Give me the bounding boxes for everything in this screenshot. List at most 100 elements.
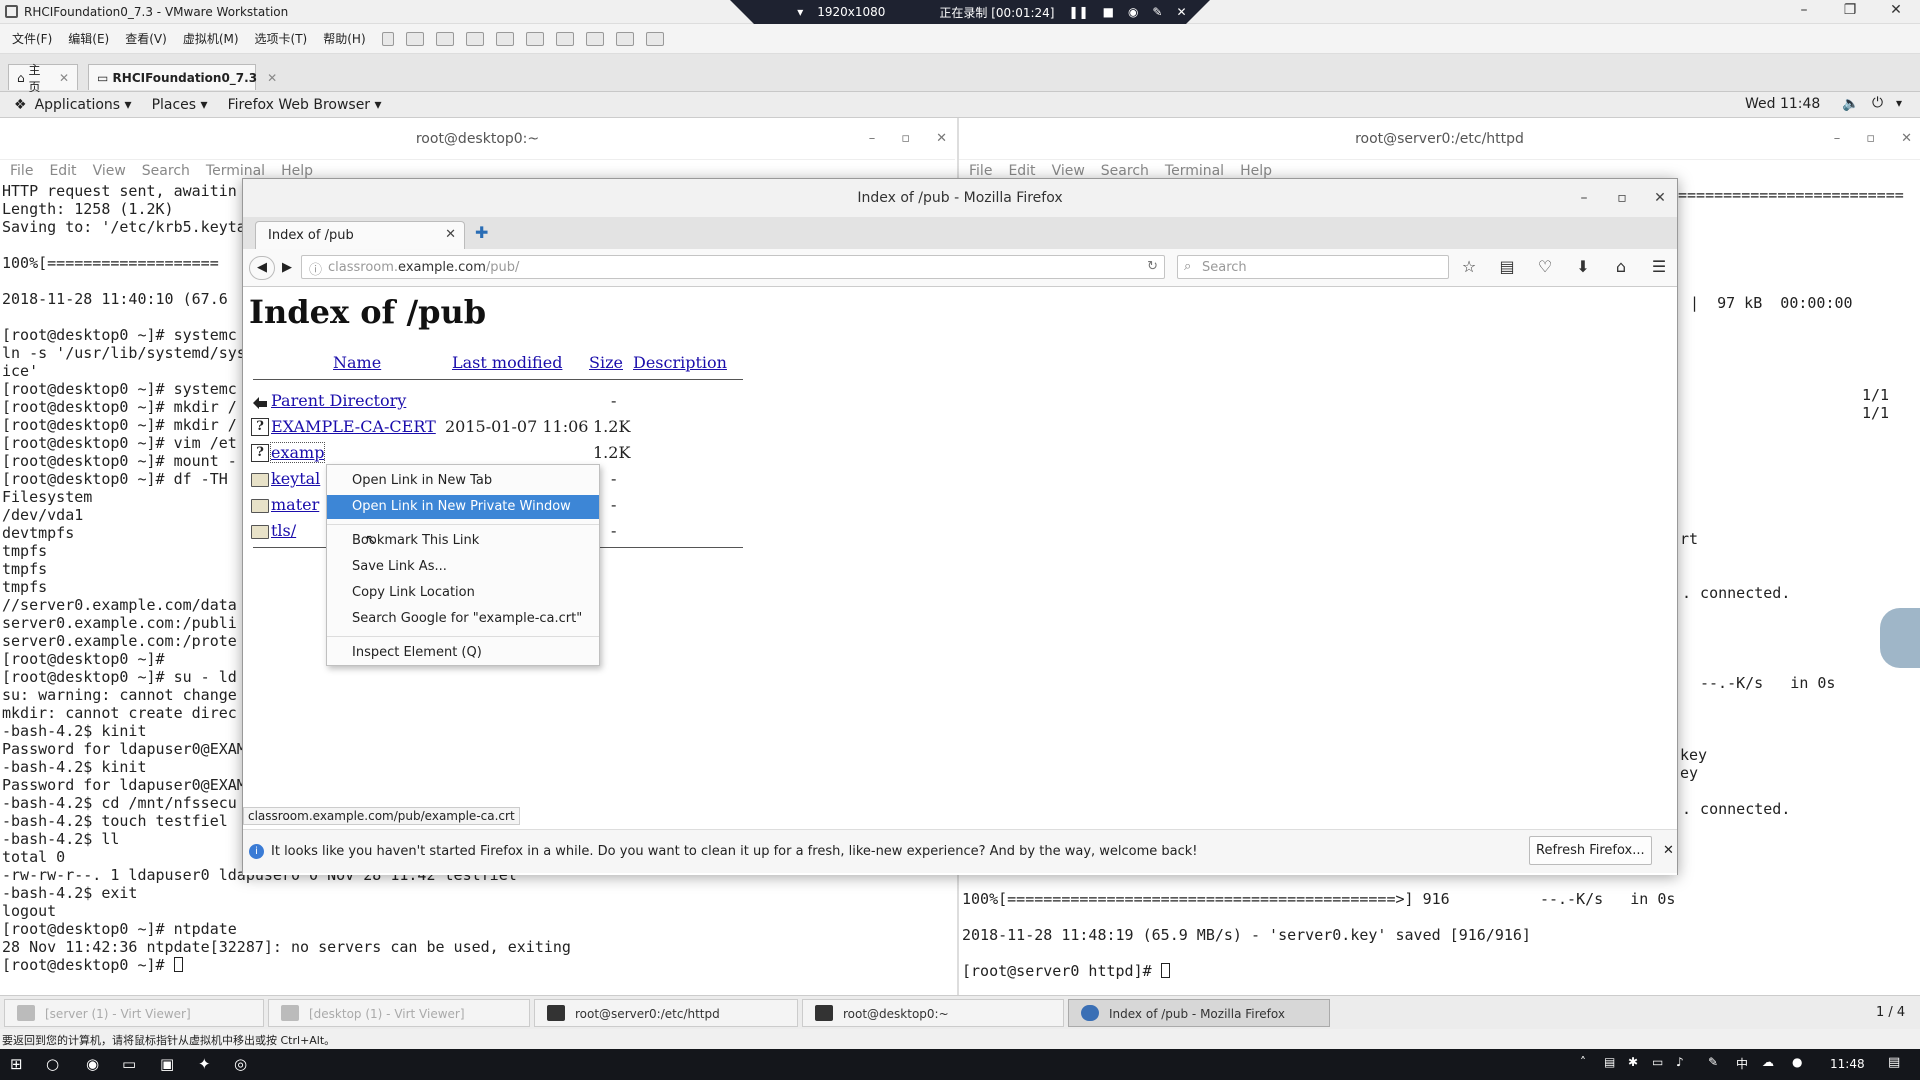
pause-icon[interactable]: ❚❚ — [1068, 5, 1088, 19]
file-explorer-icon[interactable]: ▭ — [122, 1055, 136, 1073]
bookmark-star-icon[interactable]: ☆ — [1457, 257, 1481, 276]
tab-close-icon[interactable]: ✕ — [445, 227, 456, 242]
close-recording-icon[interactable]: ✕ — [1176, 5, 1186, 19]
row-name[interactable]: Parent Directory — [271, 391, 406, 410]
tray-user-icon[interactable]: ● — [1792, 1055, 1802, 1069]
volume-icon[interactable]: 🔈 — [1842, 96, 1859, 112]
row-name[interactable]: examp — [269, 442, 326, 463]
menu-search-google[interactable]: Search Google for "example-ca.crt" — [327, 607, 599, 631]
menu-open-new-tab[interactable]: Open Link in New Tab — [327, 469, 599, 493]
pause-vm-icon[interactable] — [381, 31, 394, 46]
console-settings-icon[interactable] — [645, 31, 664, 46]
notifications-icon[interactable]: ▤ — [1888, 1055, 1900, 1070]
pen-icon[interactable]: ✎ — [1152, 5, 1162, 19]
menu-view[interactable]: View — [1052, 163, 1085, 179]
forward-icon[interactable]: ▶ — [277, 256, 297, 280]
windows-clock[interactable]: 11:48 — [1830, 1057, 1865, 1071]
vmware-taskbar-icon[interactable]: ▣ — [160, 1055, 174, 1073]
close-icon[interactable]: ✕ — [1901, 131, 1912, 146]
back-icon[interactable]: ◀ — [249, 256, 275, 280]
tab-home[interactable]: ⌂ 主页 ✕ — [8, 63, 78, 94]
tray-bluetooth-icon[interactable]: ✱ — [1628, 1055, 1638, 1069]
windows-start-icon[interactable]: ⊞ — [10, 1055, 23, 1073]
browser-icon[interactable]: ◉ — [86, 1055, 99, 1073]
unity-icon[interactable] — [615, 31, 634, 46]
download-icon[interactable]: ⬇ — [1571, 257, 1595, 276]
url-bar[interactable]: ⓘ classroom.example.com/pub/ ↻ — [301, 255, 1165, 279]
menu-open-private-window[interactable]: Open Link in New Private Window — [327, 495, 599, 519]
menu-edit[interactable]: 编辑(E) — [68, 30, 109, 47]
recording-collapse-icon[interactable]: ▾ — [797, 5, 803, 19]
site-info-icon[interactable]: ⓘ — [309, 259, 322, 278]
tray-chevron-icon[interactable]: ˄ — [1580, 1055, 1586, 1069]
menu-search[interactable]: Search — [1101, 163, 1149, 179]
column-description[interactable]: Description — [633, 353, 727, 372]
refresh-firefox-button[interactable]: Refresh Firefox... — [1529, 836, 1652, 865]
menu-edit[interactable]: Edit — [1008, 163, 1035, 179]
tray-pen-icon[interactable]: ✎ — [1708, 1055, 1718, 1069]
taskbar-firefox[interactable]: Index of /pub - Mozilla Firefox — [1068, 999, 1330, 1027]
maximize-icon[interactable]: ▫ — [1603, 179, 1641, 217]
row-name[interactable]: tls/ — [271, 521, 296, 540]
hamburger-menu-icon[interactable]: ☰ — [1647, 257, 1671, 276]
row-name[interactable]: EXAMPLE-CA-CERT — [271, 417, 436, 436]
menu-tabs[interactable]: 选项卡(T) — [255, 30, 308, 47]
tab-close-icon[interactable]: ✕ — [59, 71, 69, 85]
places-menu[interactable]: Places ▾ — [152, 97, 208, 113]
menu-view[interactable]: View — [93, 163, 126, 179]
row-name[interactable]: keytal — [271, 469, 320, 488]
new-tab-icon[interactable]: ✚ — [475, 223, 488, 242]
tray-ime-icon[interactable]: 中 — [1736, 1055, 1748, 1072]
send-keys-icon[interactable] — [405, 31, 424, 46]
menu-search[interactable]: Search — [142, 163, 190, 179]
pocket-icon[interactable]: ♡ — [1533, 257, 1557, 276]
row-name[interactable]: mater — [271, 495, 319, 514]
app-icon[interactable]: ✦ — [198, 1055, 211, 1073]
menu-terminal[interactable]: Terminal — [1165, 163, 1224, 179]
column-name[interactable]: Name — [333, 353, 381, 372]
restore-icon[interactable]: ❐ — [1830, 2, 1870, 18]
minimize-icon[interactable]: – — [1565, 179, 1603, 217]
taskbar-desktop-viewer[interactable]: [desktop (1) - Virt Viewer] — [268, 999, 530, 1027]
menu-help[interactable]: 帮助(H) — [323, 30, 365, 47]
minimize-icon[interactable]: – — [1834, 131, 1841, 146]
menu-view[interactable]: 查看(V) — [125, 30, 167, 47]
tab-index-of-pub[interactable]: Index of /pub ✕ — [255, 221, 465, 249]
taskbar-terminal-server[interactable]: root@server0:/etc/httpd — [534, 999, 798, 1027]
close-icon[interactable]: ✕ — [1663, 843, 1674, 858]
recorder-icon[interactable]: ◎ — [234, 1055, 247, 1073]
menu-inspect-element[interactable]: Inspect Element (Q) — [327, 641, 599, 665]
close-icon[interactable]: ✕ — [936, 131, 947, 146]
camera-icon[interactable]: ◉ — [1128, 5, 1138, 19]
tray-cloud-icon[interactable]: ☁ — [1762, 1055, 1774, 1069]
menu-vm[interactable]: 虚拟机(M) — [183, 30, 239, 47]
snapshot-manager-icon[interactable] — [495, 31, 514, 46]
fullscreen-icon[interactable] — [585, 31, 604, 46]
menu-copy-link-location[interactable]: Copy Link Location — [327, 581, 599, 605]
menu-help[interactable]: Help — [281, 163, 313, 179]
menu-file[interactable]: 文件(F) — [12, 30, 52, 47]
tab-close-icon[interactable]: ✕ — [267, 71, 277, 85]
tab-vm[interactable]: ▭ RHCIFoundation0_7.3 ✕ — [88, 64, 277, 90]
taskbar-terminal-desktop[interactable]: root@desktop0:~ — [802, 999, 1064, 1027]
maximize-icon[interactable]: ▫ — [901, 131, 910, 146]
menu-edit[interactable]: Edit — [49, 163, 76, 179]
close-icon[interactable]: ✕ — [1641, 179, 1679, 217]
minimize-icon[interactable]: – — [869, 131, 876, 146]
workspace-indicator[interactable]: 1 / 4 — [1876, 1005, 1905, 1020]
gnome-clock[interactable]: Wed 11:48 — [1745, 96, 1820, 112]
column-last-modified[interactable]: Last modified — [452, 353, 562, 372]
snapshot-icon[interactable] — [435, 31, 454, 46]
column-size[interactable]: Size — [589, 353, 623, 372]
menu-save-link-as[interactable]: Save Link As... — [327, 555, 599, 579]
chevron-down-icon[interactable]: ▾ — [1896, 96, 1902, 110]
tray-display-icon[interactable]: ▭ — [1652, 1055, 1663, 1069]
revert-snapshot-icon[interactable] — [465, 31, 484, 46]
home-icon[interactable]: ⌂ — [1609, 257, 1633, 276]
menu-terminal[interactable]: Terminal — [206, 163, 265, 179]
reading-list-icon[interactable]: ▤ — [1495, 257, 1519, 276]
search-input[interactable]: ⌕ Search — [1177, 255, 1449, 279]
menu-file[interactable]: File — [969, 163, 992, 179]
console-view-icon[interactable] — [555, 31, 574, 46]
library-icon[interactable] — [525, 31, 544, 46]
